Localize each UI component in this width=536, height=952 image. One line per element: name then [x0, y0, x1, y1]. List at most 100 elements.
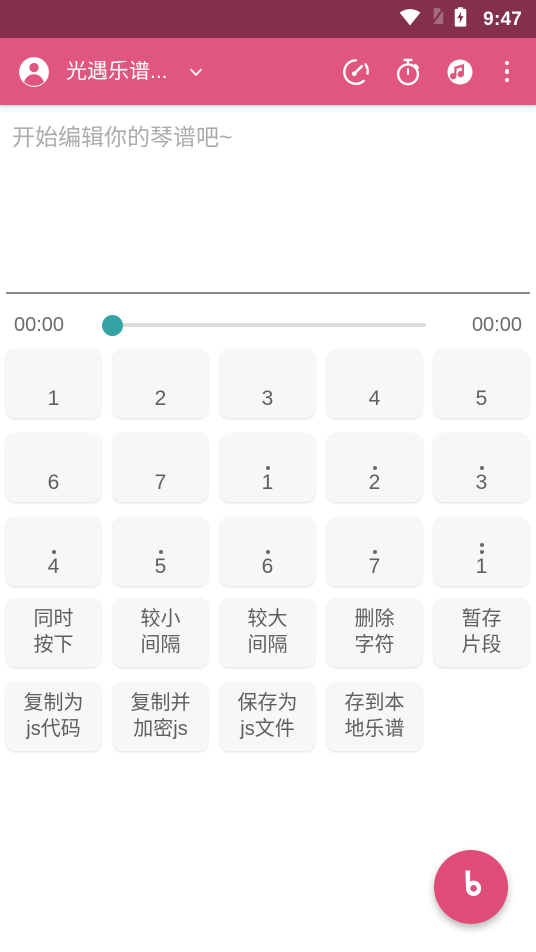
app-title: 光遇乐谱...: [66, 61, 168, 82]
note-pad[interactable]: 6: [220, 517, 315, 586]
octave-dots: [479, 532, 484, 556]
octave-dot: [372, 466, 377, 470]
octave-dot: [265, 550, 270, 554]
action-label-line2: 间隔: [247, 633, 288, 656]
overflow-dot: [504, 60, 510, 66]
octave-dots: [372, 532, 377, 556]
small-gap-button[interactable]: 较小 间隔: [113, 598, 208, 667]
note-pad-label: 3: [261, 387, 274, 410]
playback-seek-row: 00:00 00:00: [0, 302, 536, 348]
note-pad-label: 6: [261, 555, 274, 578]
note-pad-label: 5: [154, 555, 167, 578]
total-time-label: 00:00: [471, 314, 522, 336]
simultaneous-press-button[interactable]: 同时 按下: [6, 598, 101, 667]
note-pad[interactable]: 6: [6, 433, 101, 502]
timer-icon[interactable]: [386, 50, 430, 94]
note-pad[interactable]: 7: [327, 517, 422, 586]
note-pad-label: 7: [368, 555, 381, 578]
octave-dot: [479, 543, 484, 547]
action-label-line1: 存到本: [344, 691, 405, 714]
note-pad-label: 6: [47, 471, 60, 494]
note-pad-label: 2: [154, 387, 167, 410]
copy-as-js-button[interactable]: 复制为 js代码: [6, 682, 101, 751]
action-label-line1: 暂存: [461, 607, 502, 630]
account-circle-icon[interactable]: [18, 56, 50, 88]
note-pad[interactable]: 2: [113, 349, 208, 418]
copy-encrypted-js-button[interactable]: 复制并 加密js: [113, 682, 208, 751]
note-pad[interactable]: 1: [6, 349, 101, 418]
octave-dot: [51, 550, 56, 554]
note-pad-label: 1: [47, 387, 60, 410]
overflow-dot: [504, 77, 510, 83]
octave-dot: [479, 466, 484, 470]
note-pad[interactable]: 1: [434, 517, 529, 586]
save-to-local-sheet-button[interactable]: 存到本 地乐谱: [327, 682, 422, 751]
note-pad-label: 7: [154, 471, 167, 494]
action-label-line1: 删除: [354, 607, 395, 630]
note-pad-label: 1: [475, 555, 488, 578]
sim-card-off-icon: [430, 7, 445, 31]
action-button-row: 同时 按下 较小 间隔 较大 间隔 删除 字符 暂存 片段: [6, 598, 530, 667]
note-pad-label: 4: [47, 555, 60, 578]
seek-track: [110, 323, 426, 327]
more-vert-icon[interactable]: [492, 50, 522, 94]
action-label-line1: 复制并: [130, 691, 191, 714]
action-button-row: 复制为 js代码 复制并 加密js 保存为 js文件 存到本 地乐谱: [6, 682, 530, 751]
action-label-line1: 较大: [247, 607, 288, 630]
action-label-line1: 复制为: [23, 691, 84, 714]
note-pad[interactable]: 3: [220, 349, 315, 418]
editor-divider: [6, 292, 530, 294]
status-bar-clock: 9:47: [483, 8, 522, 30]
speed-icon[interactable]: [334, 50, 378, 94]
seek-thumb[interactable]: [102, 314, 123, 336]
note-pad[interactable]: 1: [220, 433, 315, 502]
octave-dot: [158, 550, 163, 554]
seek-slider[interactable]: [102, 312, 434, 338]
note-pad-row: 6 7 1 2 3: [6, 433, 530, 502]
overflow-dot: [504, 69, 510, 74]
note-pad[interactable]: 7: [113, 433, 208, 502]
action-label-line2: js文件: [240, 717, 295, 740]
app-screen: 9:47 光遇乐谱... 开始编辑你的琴谱吧~ 00:00 00:00 1 2 …: [0, 0, 536, 952]
status-bar: 9:47: [0, 0, 536, 38]
sheet-editor[interactable]: 开始编辑你的琴谱吧~: [0, 105, 536, 292]
chevron-down-icon[interactable]: [185, 61, 207, 83]
battery-charging-icon: [454, 6, 467, 32]
octave-dot: [479, 550, 484, 554]
beats-logo-icon: [451, 866, 491, 909]
note-pad-label: 3: [475, 471, 488, 494]
current-time-label: 00:00: [14, 314, 65, 336]
action-label-line2: js代码: [26, 717, 81, 740]
action-label-line1: 较小: [140, 607, 181, 630]
note-pad-label: 1: [261, 471, 274, 494]
note-pad-row: 1 2 3 4 5: [6, 349, 530, 418]
action-label-line2: 字符: [354, 633, 395, 656]
note-pad[interactable]: 4: [6, 517, 101, 586]
wifi-icon: [399, 8, 421, 31]
note-pad-label: 2: [368, 471, 381, 494]
save-snippet-button[interactable]: 暂存 片段: [434, 598, 529, 667]
note-pad[interactable]: 3: [434, 433, 529, 502]
status-bar-icons: 9:47: [399, 6, 522, 32]
delete-char-button[interactable]: 删除 字符: [327, 598, 422, 667]
action-button-grid: 同时 按下 较小 间隔 较大 间隔 删除 字符 暂存 片段 复制为 js代码 复…: [0, 598, 536, 766]
note-pad-label: 4: [368, 387, 381, 410]
note-pad[interactable]: 5: [113, 517, 208, 586]
action-label-line1: 同时: [33, 607, 74, 630]
large-gap-button[interactable]: 较大 间隔: [220, 598, 315, 667]
note-pad[interactable]: 5: [434, 349, 529, 418]
note-pad-grid: 1 2 3 4 5 6 7 1 2 3 4 5 6 7 1: [0, 349, 536, 601]
note-pad[interactable]: 4: [327, 349, 422, 418]
action-label-line2: 地乐谱: [344, 717, 405, 740]
action-label-line2: 间隔: [140, 633, 181, 656]
action-label-line2: 按下: [33, 633, 74, 656]
note-pad[interactable]: 2: [327, 433, 422, 502]
octave-dots: [372, 448, 377, 472]
octave-dots: [479, 448, 484, 472]
action-label-line2: 片段: [461, 633, 502, 656]
note-pad-label: 5: [475, 387, 488, 410]
music-note-icon[interactable]: [438, 50, 482, 94]
play-fab[interactable]: [434, 850, 508, 924]
save-as-js-file-button[interactable]: 保存为 js文件: [220, 682, 315, 751]
note-pad-row: 4 5 6 7 1: [6, 517, 530, 586]
